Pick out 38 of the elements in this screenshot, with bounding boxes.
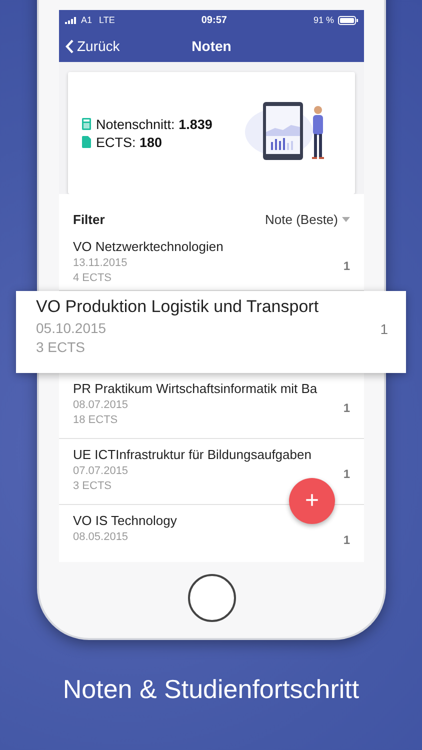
course-ects: 4 ECTS [73, 272, 113, 284]
course-date: 07.07.2015 [73, 465, 130, 477]
chevron-left-icon [65, 38, 74, 54]
course-date: 13.11.2015 [73, 257, 128, 269]
document-icon [82, 136, 91, 148]
signal-icon [65, 16, 77, 24]
course-title: VO Netzwerktechnologien [73, 239, 224, 254]
home-button[interactable] [188, 574, 236, 622]
course-title: VO IS Technology [73, 513, 178, 528]
clock-text: 09:57 [200, 14, 228, 26]
course-title: PR Praktikum Wirtschaftsinformatik mit Ba [73, 381, 318, 396]
course-grade: 1 [343, 466, 350, 481]
summary-text: ECTS: 180 [96, 134, 162, 150]
back-button[interactable]: Zurück [65, 38, 120, 54]
course-ects: 3 ECTS [73, 480, 113, 492]
highlighted-course-row[interactable]: VO Produktion Logistik und Transport 05.10.2015 3 ECTS 1 [16, 291, 406, 373]
summary-text: Notenschnitt: 1.839 [96, 116, 212, 132]
course-date: 08.05.2015 [73, 531, 130, 543]
screen-title: Noten [192, 38, 232, 54]
carrier-text: A1 [81, 15, 92, 25]
battery-icon [338, 16, 358, 24]
battery-text: 91 % [313, 15, 334, 25]
filter-label: Filter [73, 212, 105, 227]
course-ects: 18 ECTS [73, 414, 119, 426]
calculator-icon [82, 118, 91, 130]
course-date: 08.07.2015 [73, 399, 130, 411]
course-grade: 1 [343, 258, 350, 273]
course-title: UE ICTInfrastruktur für Bildungsaufgaben [73, 447, 312, 462]
course-date: 05.10.2015 [36, 320, 108, 336]
course-grade: 1 [380, 320, 388, 337]
caret-down-icon [342, 217, 350, 222]
course-grade: 1 [343, 532, 350, 547]
caption-text: Noten & Studienfortschritt [62, 674, 360, 705]
course-ects: 3 ECTS [36, 339, 86, 355]
network-text: LTE [99, 15, 115, 25]
sort-dropdown[interactable]: Note (Beste) [265, 212, 350, 227]
course-grade: 1 [343, 400, 350, 415]
course-title: VO Produktion Logistik und Transport [36, 297, 320, 317]
